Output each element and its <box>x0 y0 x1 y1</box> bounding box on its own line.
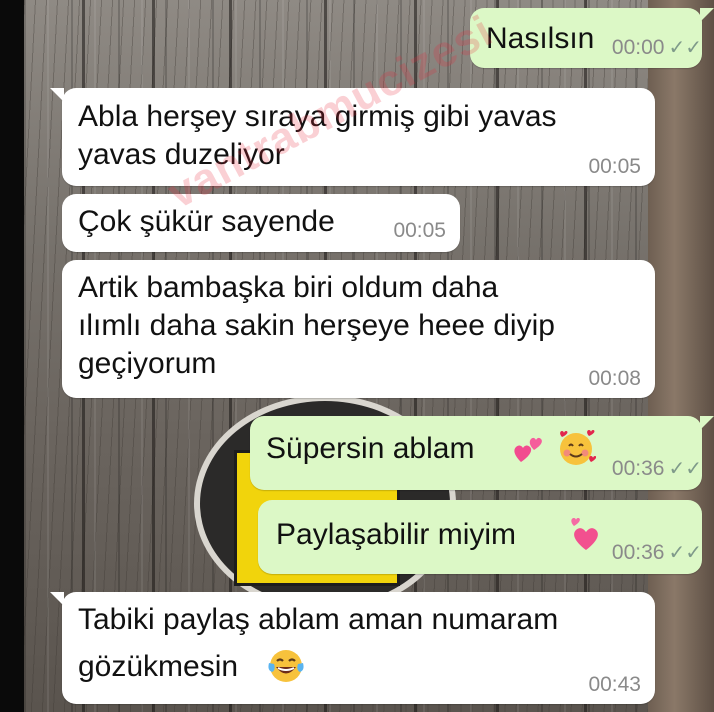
message-text-line: Tabiki paylaş ablam aman numaram <box>78 603 559 636</box>
message-timestamp: 00:08 <box>588 367 641 390</box>
message-text-line: ılımlı daha sakin herşeye heee diyip <box>78 309 555 342</box>
message-bubble-outgoing[interactable]: Nasılsın 00:00 ✓✓ <box>470 8 714 68</box>
two-hearts-icon <box>512 432 546 466</box>
read-ticks-icon: ✓✓ <box>668 37 702 59</box>
message-bubble-outgoing[interactable]: Paylaşabilir miyim 00:36 ✓✓ <box>258 500 702 574</box>
message-text-line: geçiyorum <box>78 347 217 380</box>
message-text: Çok şükür sayende <box>78 205 335 238</box>
message-timestamp: 00:36 ✓✓ <box>611 457 702 481</box>
read-ticks-icon: ✓✓ <box>668 458 702 480</box>
timestamp-text: 00:00 <box>611 36 665 59</box>
message-text: Paylaşabilir miyim <box>276 518 517 551</box>
message-bubble-incoming[interactable]: Tabiki paylaş ablam aman numaram gözükme… <box>50 592 655 704</box>
message-bubble-outgoing[interactable]: Süpersin ablam 00:36 ✓✓ <box>250 416 714 490</box>
message-bubble-incoming[interactable]: Artik bambaşka biri oldum daha ılımlı da… <box>62 260 655 398</box>
left-edge-bar <box>0 0 24 712</box>
message-text: Süpersin ablam <box>266 432 475 465</box>
message-text-line: gözükmesin <box>78 650 239 683</box>
message-timestamp: 00:36 ✓✓ <box>611 541 702 565</box>
timestamp-text: 00:36 <box>611 457 665 480</box>
message-text: Nasılsın <box>486 22 595 55</box>
message-timestamp: 00:05 <box>588 155 641 178</box>
message-timestamp: 00:05 <box>393 219 446 242</box>
revolving-hearts-icon <box>566 514 606 554</box>
timestamp-text: 00:36 <box>611 541 665 564</box>
message-bubble-incoming[interactable]: Çok şükür sayende 00:05 <box>62 194 460 252</box>
message-text-line: Artik bambaşka biri oldum daha <box>78 271 499 304</box>
message-timestamp: 00:00 ✓✓ <box>611 36 702 60</box>
smiling-face-with-hearts-icon <box>556 428 596 468</box>
face-with-tears-of-joy-icon <box>266 646 306 686</box>
message-timestamp: 00:43 <box>588 673 641 696</box>
wallpaper-wood-panel <box>648 0 714 712</box>
read-ticks-icon: ✓✓ <box>668 542 702 564</box>
